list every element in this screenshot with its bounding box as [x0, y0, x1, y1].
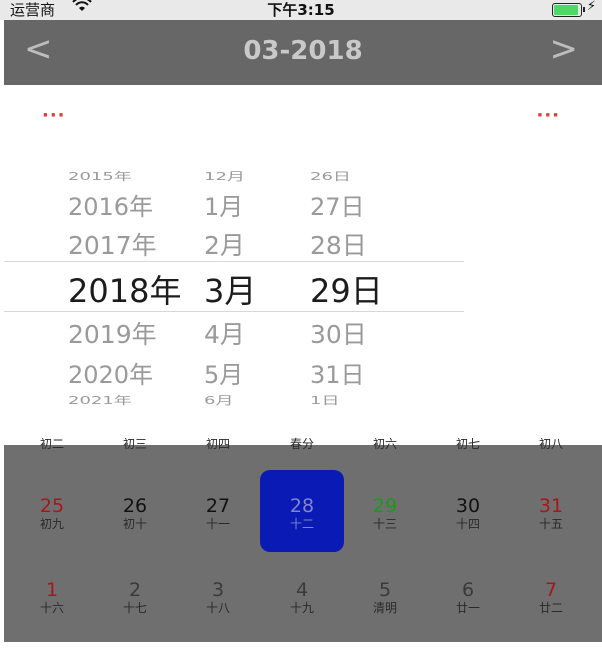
confirm-button[interactable]: ···: [536, 105, 560, 126]
calendar-day[interactable]: 27 十一: [176, 495, 260, 531]
calendar-day-next-month[interactable]: 4 十九: [260, 579, 344, 615]
day-option[interactable]: 1日: [310, 392, 339, 408]
month-option-selected[interactable]: 3月: [204, 266, 256, 312]
calendar-day-partial[interactable]: 初三: [93, 437, 177, 451]
lunar-label: 春分: [289, 437, 314, 451]
next-month-button[interactable]: >: [550, 32, 579, 66]
calendar-day-partial[interactable]: 初七: [426, 437, 510, 451]
year-option-selected[interactable]: 2018年: [68, 266, 181, 312]
day-number: 3: [211, 579, 225, 601]
day-number: 5: [378, 579, 392, 601]
year-option[interactable]: 2020年: [68, 355, 153, 390]
lunar-label: 初十: [122, 517, 147, 531]
lunar-label: 十五: [538, 517, 563, 531]
lunar-label: 十七: [122, 601, 147, 615]
lunar-label: 十八: [205, 601, 230, 615]
month-option[interactable]: 5月: [204, 355, 243, 390]
calendar-day-next-month[interactable]: 7 廿二: [509, 579, 593, 615]
day-option[interactable]: 30日: [310, 315, 367, 351]
day-number: 30: [455, 495, 481, 517]
day-number: 27: [205, 495, 231, 517]
calendar-day[interactable]: 25 初九: [10, 495, 94, 531]
lunar-label: 廿二: [538, 601, 563, 615]
lunar-label: 十九: [289, 601, 314, 615]
status-bar: 运营商 下午3:15 ⚡: [0, 0, 602, 20]
year-option[interactable]: 2015年: [68, 168, 132, 184]
calendar-day-partial[interactable]: 初四: [176, 437, 260, 451]
day-option[interactable]: 26日: [310, 168, 351, 184]
lunar-label: 初八: [538, 437, 563, 451]
year-option[interactable]: 2021年: [68, 392, 132, 408]
month-title[interactable]: 03-2018: [4, 36, 602, 66]
lunar-label: 初二: [39, 437, 64, 451]
calendar-grid: 初二 初三 初四 春分 初六 初七 初八 25 初九 26 初十 27 十一 2…: [4, 437, 602, 642]
lunar-label: 初四: [205, 437, 230, 451]
calendar-day[interactable]: 26 初十: [93, 495, 177, 531]
lunar-label: 廿一: [455, 601, 480, 615]
day-number: 2: [128, 579, 142, 601]
lunar-label: 十四: [455, 517, 480, 531]
calendar-day-partial[interactable]: 初二: [10, 437, 94, 451]
calendar-day[interactable]: 30 十四: [426, 495, 510, 531]
day-number: 6: [461, 579, 475, 601]
lunar-label: 十一: [205, 517, 230, 531]
calendar-day-next-month[interactable]: 2 十七: [93, 579, 177, 615]
month-option[interactable]: 1月: [204, 187, 243, 222]
lunar-label: 初三: [122, 437, 147, 451]
month-option[interactable]: 6月: [204, 392, 233, 408]
lunar-label: 十二: [289, 517, 314, 531]
status-time: 下午3:15: [267, 1, 335, 19]
battery-icon: [552, 3, 585, 17]
day-number: 25: [39, 495, 65, 517]
day-number: 1: [45, 579, 59, 601]
lunar-label: 初九: [39, 517, 64, 531]
day-option[interactable]: 27日: [310, 187, 365, 222]
lunar-label: 清明: [372, 601, 397, 615]
day-number: 31: [538, 495, 564, 517]
calendar-day[interactable]: 31 十五: [509, 495, 593, 531]
calendar-header: < 03-2018 >: [4, 20, 602, 85]
lunar-label: 初七: [455, 437, 480, 451]
calendar-day-next-month[interactable]: 6 廿一: [426, 579, 510, 615]
month-option[interactable]: 2月: [204, 226, 245, 262]
day-number: 26: [122, 495, 148, 517]
calendar-day-next-month[interactable]: 3 十八: [176, 579, 260, 615]
year-option[interactable]: 2016年: [68, 187, 153, 222]
day-number: 29: [372, 495, 398, 517]
bottom-bar: [0, 642, 602, 650]
day-option[interactable]: 28日: [310, 226, 367, 262]
calendar-day-next-month[interactable]: 5 清明: [343, 579, 427, 615]
year-option[interactable]: 2017年: [68, 226, 157, 262]
calendar-day[interactable]: 29 十三: [343, 495, 427, 531]
calendar-day-next-month[interactable]: 1 十六: [10, 579, 94, 615]
day-number: 4: [295, 579, 309, 601]
day-option-selected[interactable]: 29日: [310, 266, 383, 312]
year-option[interactable]: 2019年: [68, 315, 157, 351]
lunar-label: 初六: [372, 437, 397, 451]
month-option[interactable]: 12月: [204, 168, 245, 184]
day-number: 28: [289, 495, 315, 517]
lunar-label: 十三: [372, 517, 397, 531]
month-option[interactable]: 4月: [204, 315, 245, 351]
cancel-button[interactable]: ···: [42, 105, 66, 126]
lunar-label: 十六: [39, 601, 64, 615]
day-number: 7: [544, 579, 558, 601]
calendar-day-selected[interactable]: 28 十二: [260, 470, 344, 552]
day-option[interactable]: 31日: [310, 355, 365, 390]
calendar-day-partial[interactable]: 春分: [260, 437, 344, 451]
charging-icon: ⚡: [586, 0, 596, 14]
calendar-day-partial[interactable]: 初六: [343, 437, 427, 451]
calendar-day-partial[interactable]: 初八: [509, 437, 593, 451]
date-picker-sheet: ··· ··· 2015年 2016年 2017年 2018年 2019年 20…: [4, 85, 602, 445]
